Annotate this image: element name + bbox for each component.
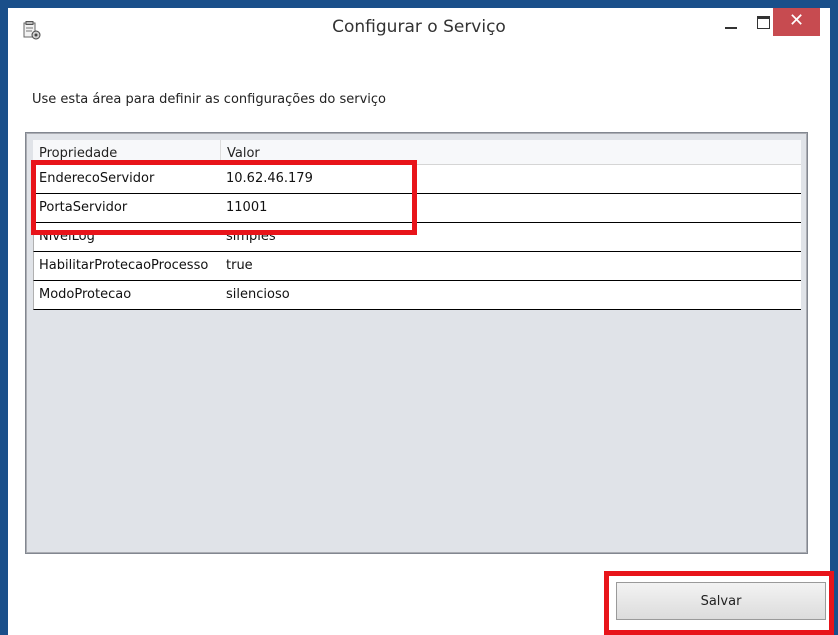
property-value[interactable]: silencioso xyxy=(226,281,290,309)
property-value[interactable]: true xyxy=(226,252,253,280)
highlight-box-server-settings xyxy=(31,160,417,235)
property-name: ModoProtecao xyxy=(39,287,132,302)
minimize-icon xyxy=(725,27,737,29)
close-button[interactable]: ✕ xyxy=(773,8,820,36)
minimize-button[interactable] xyxy=(716,8,746,36)
maximize-icon xyxy=(757,16,770,29)
close-icon: ✕ xyxy=(788,10,805,31)
highlight-box-save xyxy=(604,571,834,635)
instructions-text: Use esta área para definir as configuraç… xyxy=(32,92,387,107)
table-row[interactable]: HabilitarProtecaoProcesso true xyxy=(33,252,801,281)
property-name: HabilitarProtecaoProcesso xyxy=(39,258,209,273)
table-row[interactable]: ModoProtecao silencioso xyxy=(33,281,801,310)
window-title: Configurar o Serviço xyxy=(332,17,506,37)
title-bar[interactable]: Configurar o Serviço ✕ xyxy=(8,8,830,50)
